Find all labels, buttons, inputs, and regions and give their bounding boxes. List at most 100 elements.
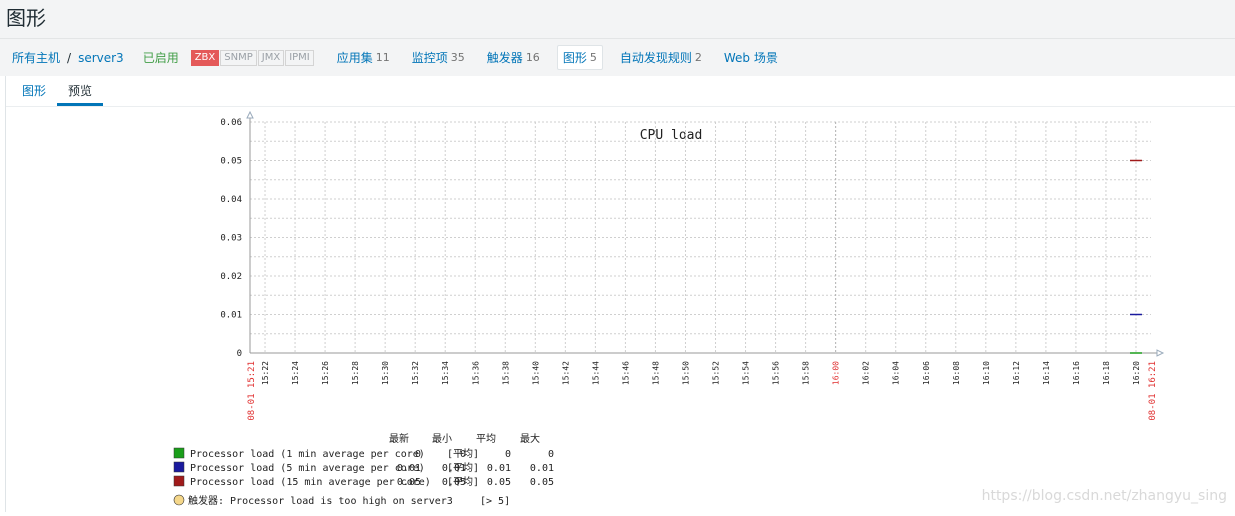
x-edge-label: 08-01 15:21 — [247, 361, 257, 421]
graphs-link[interactable]: 图形 5 — [556, 45, 603, 70]
x-tick-label: 15:32 — [411, 361, 420, 385]
items-label: 监控项 — [411, 51, 448, 65]
legend-series-value: 0 — [548, 449, 554, 460]
trigger-threshold: [> 5] — [480, 496, 510, 507]
x-tick-label: 16:02 — [862, 361, 871, 385]
graphs-label: 图形 — [562, 51, 587, 65]
trigger-label: 触发器: Processor load is too high on serve… — [188, 494, 453, 507]
page-header: 图形 — [0, 0, 1235, 38]
applications-label: 应用集 — [336, 51, 373, 65]
x-tick-label: 15:44 — [591, 361, 600, 385]
host-status[interactable]: 已启用 — [143, 49, 179, 66]
legend-series-value: 0.01 — [530, 463, 554, 474]
legend-series-name: Processor load (5 min average per core) — [190, 463, 425, 474]
x-tick-label: 16:18 — [1102, 361, 1111, 385]
y-tick-label: 0.04 — [220, 195, 242, 205]
x-tick-label: 15:54 — [742, 361, 751, 385]
applications-count: 11 — [375, 51, 390, 64]
x-tick-label: 15:30 — [381, 361, 390, 385]
legend-series-value: 0.05 — [487, 477, 511, 488]
x-tick-label: 15:40 — [531, 361, 540, 385]
availability-badges: ZBX SNMP JMX IPMI — [190, 49, 315, 66]
tab-bar: 图形 预览 — [6, 76, 1235, 107]
x-tick-label: 16:10 — [982, 361, 991, 385]
main-content: 图形 预览 CPU load 0 0.01 0.02 0.03 0.04 0.05 0.06 1… — [5, 76, 1235, 512]
legend-swatch — [173, 461, 185, 473]
legend-swatch — [173, 447, 185, 459]
x-tick-label: 15:28 — [351, 361, 360, 385]
items-count: 35 — [450, 51, 465, 64]
legend-series-value: 0 — [415, 449, 421, 460]
trigger-marker — [173, 494, 185, 506]
legend-series-value: 0 — [460, 449, 466, 460]
legend-series-name: Processor load (15 min average per core) — [190, 477, 431, 488]
x-tick-label: 15:36 — [471, 361, 480, 385]
x-tick-label: 16:14 — [1042, 361, 1051, 385]
x-tick-label: 15:56 — [772, 361, 781, 385]
discovery-rules-link[interactable]: 自动发现规则 2 — [615, 46, 707, 69]
legend-header: 最大 — [520, 432, 540, 445]
legend-series-value: 0 — [505, 449, 511, 460]
host-link[interactable]: server3 — [78, 51, 124, 65]
y-tick-label: 0.01 — [220, 311, 242, 321]
x-tick-label: 15:34 — [441, 361, 450, 385]
y-tick-label: 0.03 — [220, 234, 242, 244]
x-tick-label: 15:24 — [291, 361, 300, 385]
all-hosts-link[interactable]: 所有主机 — [12, 49, 60, 66]
y-tick-label: 0.02 — [220, 272, 242, 282]
y-tick-label: 0.06 — [220, 118, 242, 128]
tab-preview[interactable]: 预览 — [57, 82, 104, 106]
legend-header: 最小 — [432, 433, 452, 445]
cpu-load-chart: CPU load00.010.020.030.040.050.0615:22 15… — [173, 110, 1165, 507]
legend-series-value: 0.01 — [487, 463, 511, 474]
web-scenarios-link[interactable]: Web 场景 — [719, 46, 783, 69]
x-tick-label: 15:48 — [651, 361, 660, 385]
discovery-rules-label: 自动发现规则 — [619, 51, 692, 65]
jmx-badge: JMX — [257, 49, 285, 66]
legend-series-value: 0.05 — [397, 477, 421, 488]
x-tick-label: 15:42 — [561, 361, 570, 385]
legend-header: 最新 — [389, 432, 409, 445]
x-tick-label: 16:12 — [1012, 361, 1021, 385]
watermark: https://blog.csdn.net/zhangyu_sing — [981, 488, 1227, 504]
triggers-link[interactable]: 触发器 16 — [482, 46, 545, 69]
x-tick-label: 15:46 — [621, 361, 630, 385]
legend-series-value: 0.01 — [397, 463, 421, 474]
x-tick-label: 16:06 — [922, 361, 931, 385]
x-tick-label: 15:50 — [681, 361, 690, 385]
items-link[interactable]: 监控项 35 — [407, 46, 470, 69]
legend-series-value: 0.05 — [442, 477, 466, 488]
legend-series-value: 0.01 — [442, 463, 466, 474]
legend-swatch — [173, 475, 185, 487]
discovery-rules-count: 2 — [694, 51, 702, 64]
zbx-badge: ZBX — [190, 49, 220, 66]
y-tick-label: 0.05 — [220, 157, 242, 167]
y-tick-label: 0 — [237, 349, 242, 359]
applications-link[interactable]: 应用集 11 — [332, 46, 395, 69]
graph-preview: CPU load 0 0.01 0.02 0.03 0.04 0.05 0.06 15:22 15… — [6, 107, 1235, 512]
snmp-badge: SNMP — [220, 49, 257, 66]
tab-graph[interactable]: 图形 — [11, 82, 57, 106]
triggers-count: 16 — [525, 51, 540, 64]
x-tick-label: 15:58 — [802, 361, 811, 385]
x-axis-arrow — [1156, 349, 1165, 357]
legend-series-name: Processor load (1 min average per core) — [190, 449, 425, 460]
y-axis-arrow — [246, 110, 254, 119]
x-tick-label: 15:52 — [712, 361, 721, 385]
legend-header: 平均 — [476, 433, 496, 445]
graphs-count: 5 — [589, 51, 597, 64]
web-scenarios-label: Web 场景 — [723, 51, 778, 65]
triggers-label: 触发器 — [486, 51, 523, 65]
x-tick-label: 16:16 — [1072, 361, 1081, 385]
page-title: 图形 — [6, 6, 46, 30]
x-tick-label: 16:20 — [1132, 361, 1141, 385]
legend-series-value: 0.05 — [530, 477, 554, 488]
x-tick-label: 16:08 — [952, 361, 961, 385]
breadcrumb-separator: / — [67, 50, 72, 65]
x-edge-label: 08-01 16:21 — [1148, 361, 1158, 421]
x-tick-label: 15:22 — [261, 361, 270, 385]
ipmi-badge: IPMI — [285, 49, 314, 66]
x-tick-label: 15:38 — [501, 361, 510, 385]
x-tick-label: 15:26 — [321, 361, 330, 385]
x-tick-label: 16:00 — [832, 361, 841, 385]
